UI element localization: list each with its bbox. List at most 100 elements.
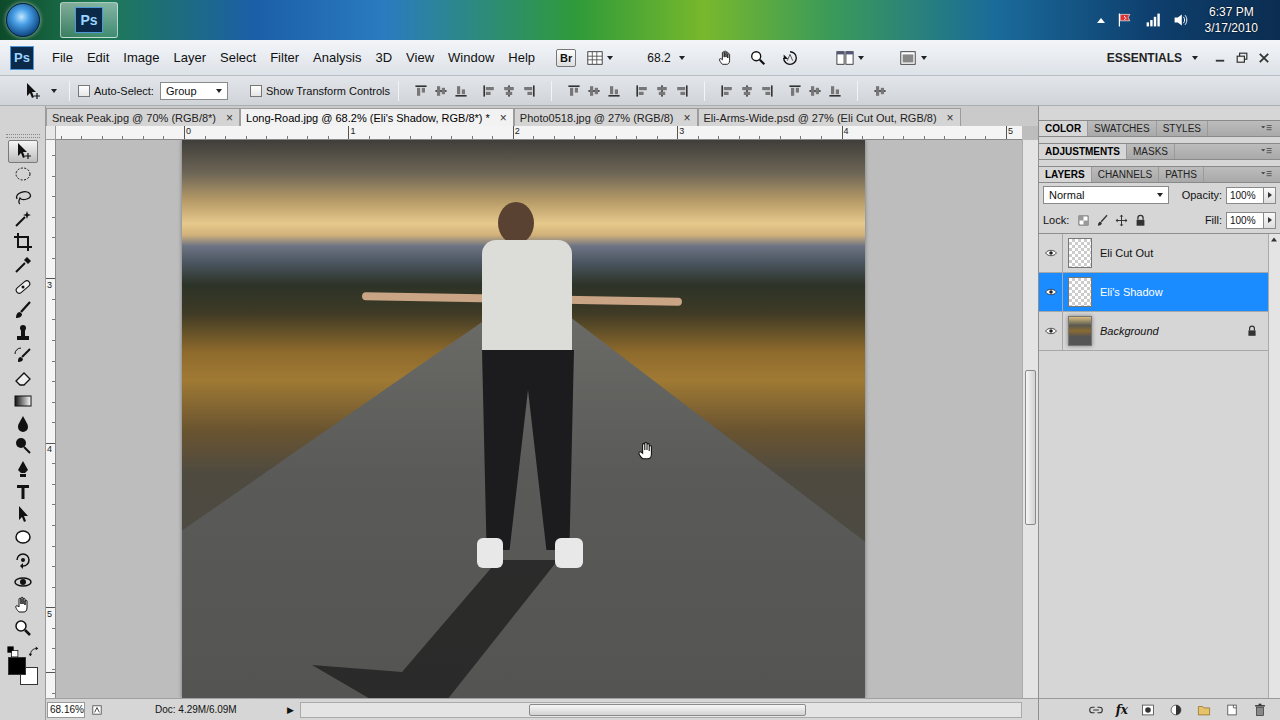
canvas[interactable] bbox=[56, 140, 1022, 698]
visibility-toggle[interactable] bbox=[1039, 273, 1063, 311]
tool-button[interactable] bbox=[8, 526, 38, 549]
opacity-slider-button[interactable] bbox=[1264, 187, 1276, 204]
layer-name[interactable]: Eli's Shadow bbox=[1100, 286, 1163, 298]
lock-all-icon[interactable] bbox=[1134, 214, 1147, 227]
align-distribute-icon[interactable] bbox=[719, 83, 735, 99]
tool-button[interactable] bbox=[8, 435, 38, 458]
visibility-toggle[interactable] bbox=[1039, 312, 1063, 350]
checkbox[interactable] bbox=[78, 85, 90, 97]
menu-item[interactable]: Filter bbox=[263, 48, 306, 67]
visibility-toggle[interactable] bbox=[1039, 234, 1063, 272]
align-distribute-icon[interactable] bbox=[521, 83, 537, 99]
new-layer-icon[interactable] bbox=[1224, 703, 1240, 717]
zoom-field[interactable]: 68.16% bbox=[47, 702, 85, 718]
align-distribute-icon[interactable] bbox=[787, 83, 803, 99]
blend-mode-dropdown[interactable]: Normal bbox=[1043, 186, 1169, 204]
tool-button[interactable] bbox=[8, 412, 38, 435]
tool-button[interactable] bbox=[8, 367, 38, 390]
panel-menu-icon[interactable] bbox=[1258, 122, 1274, 136]
align-distribute-icon[interactable] bbox=[586, 83, 602, 99]
scroll-thumb[interactable] bbox=[529, 704, 806, 716]
view-extras-button[interactable] bbox=[582, 49, 617, 67]
zoom-level-dropdown[interactable]: 68.2 bbox=[641, 51, 690, 65]
panel-tab[interactable]: PATHS bbox=[1159, 167, 1204, 182]
panel-tab[interactable]: SWATCHES bbox=[1088, 121, 1157, 136]
document-tab[interactable]: Photo0518.jpg @ 27% (RGB/8)× bbox=[514, 108, 698, 126]
close-document-button[interactable]: × bbox=[500, 111, 507, 125]
panel-tab[interactable]: LAYERS bbox=[1039, 167, 1092, 182]
tool-button[interactable] bbox=[8, 480, 38, 503]
zoom-tool-button[interactable] bbox=[745, 49, 771, 67]
document-tab[interactable]: Sneak Peak.jpg @ 70% (RGB/8*)× bbox=[46, 108, 240, 126]
close-document-button[interactable]: × bbox=[226, 111, 233, 125]
align-distribute-icon[interactable] bbox=[739, 83, 755, 99]
swap-colors-icon[interactable] bbox=[28, 646, 40, 658]
lock-image-pixels-icon[interactable] bbox=[1096, 214, 1109, 227]
layer-row[interactable]: Background bbox=[1039, 312, 1268, 351]
tool-button[interactable] bbox=[8, 344, 38, 367]
align-distribute-icon[interactable] bbox=[413, 83, 429, 99]
tool-button[interactable] bbox=[8, 390, 38, 413]
fill-slider-button[interactable] bbox=[1264, 212, 1276, 229]
layer-name[interactable]: Background bbox=[1100, 325, 1159, 337]
tool-button[interactable] bbox=[8, 253, 38, 276]
auto-select-target-dropdown[interactable]: Group bbox=[160, 82, 228, 100]
panel-tab[interactable]: ADJUSTMENTS bbox=[1039, 144, 1127, 159]
tool-button[interactable] bbox=[8, 208, 38, 231]
menu-item[interactable]: Edit bbox=[80, 48, 116, 67]
menu-item[interactable]: Select bbox=[213, 48, 263, 67]
opacity-field[interactable]: 100% bbox=[1226, 187, 1264, 204]
add-mask-icon[interactable] bbox=[1140, 703, 1156, 717]
fill-field[interactable]: 100% bbox=[1226, 212, 1264, 229]
align-distribute-icon[interactable] bbox=[501, 83, 517, 99]
foreground-color-swatch[interactable] bbox=[8, 657, 26, 675]
status-menu-button[interactable]: ▶ bbox=[287, 705, 294, 715]
layers-scrollbar[interactable] bbox=[1268, 234, 1280, 698]
panel-tab[interactable]: STYLES bbox=[1157, 121, 1208, 136]
network-signal-icon[interactable] bbox=[1145, 12, 1161, 28]
close-document-button[interactable]: × bbox=[947, 111, 954, 125]
menu-item[interactable]: Image bbox=[116, 48, 166, 67]
new-group-icon[interactable] bbox=[1196, 703, 1212, 717]
align-distribute-icon[interactable] bbox=[634, 83, 650, 99]
menu-item[interactable]: Layer bbox=[167, 48, 214, 67]
panel-tab[interactable]: MASKS bbox=[1127, 144, 1175, 159]
tool-button[interactable] bbox=[8, 185, 38, 208]
align-distribute-icon[interactable] bbox=[481, 83, 497, 99]
tool-button[interactable] bbox=[8, 616, 38, 639]
action-center-flag-icon[interactable] bbox=[1117, 12, 1133, 28]
clock[interactable]: 6:37 PM3/17/2010 bbox=[1201, 4, 1262, 36]
hand-tool-button[interactable] bbox=[713, 49, 739, 67]
menu-item[interactable]: Window bbox=[441, 48, 501, 67]
rotate-view-button[interactable] bbox=[777, 49, 803, 67]
document-tab[interactable]: Eli-Arms-Wide.psd @ 27% (Eli Cut Out, RG… bbox=[698, 108, 961, 126]
checkbox[interactable] bbox=[250, 85, 262, 97]
align-distribute-icon[interactable] bbox=[606, 83, 622, 99]
photoshop-taskbar-button[interactable]: Ps bbox=[60, 2, 118, 38]
tool-button[interactable] bbox=[8, 140, 38, 163]
arrange-documents-button[interactable] bbox=[831, 49, 868, 67]
align-distribute-icon[interactable] bbox=[872, 83, 888, 99]
menu-item[interactable]: Help bbox=[501, 48, 542, 67]
align-distribute-icon[interactable] bbox=[453, 83, 469, 99]
tool-button[interactable] bbox=[8, 571, 38, 594]
align-distribute-icon[interactable] bbox=[827, 83, 843, 99]
horizontal-scrollbar[interactable] bbox=[300, 702, 1022, 718]
tool-button[interactable] bbox=[8, 503, 38, 526]
workspace-switcher[interactable]: ESSENTIALS bbox=[1107, 51, 1198, 65]
scroll-thumb[interactable] bbox=[1025, 370, 1036, 525]
start-button[interactable] bbox=[6, 3, 40, 37]
screen-mode-button[interactable] bbox=[894, 49, 931, 67]
minimize-icon[interactable] bbox=[1214, 52, 1226, 64]
link-layers-icon[interactable] bbox=[1088, 703, 1104, 717]
align-distribute-icon[interactable] bbox=[674, 83, 690, 99]
align-distribute-icon[interactable] bbox=[654, 83, 670, 99]
adjustment-layer-icon[interactable] bbox=[1168, 703, 1184, 717]
tool-button[interactable] bbox=[8, 548, 38, 571]
lock-position-icon[interactable] bbox=[1115, 214, 1128, 227]
layer-row[interactable]: Eli's Shadow bbox=[1039, 273, 1268, 312]
tool-button[interactable] bbox=[8, 163, 38, 186]
tools-panel-grip[interactable] bbox=[6, 134, 40, 138]
panel-menu-icon[interactable] bbox=[1258, 145, 1274, 159]
tool-button[interactable] bbox=[8, 276, 38, 299]
